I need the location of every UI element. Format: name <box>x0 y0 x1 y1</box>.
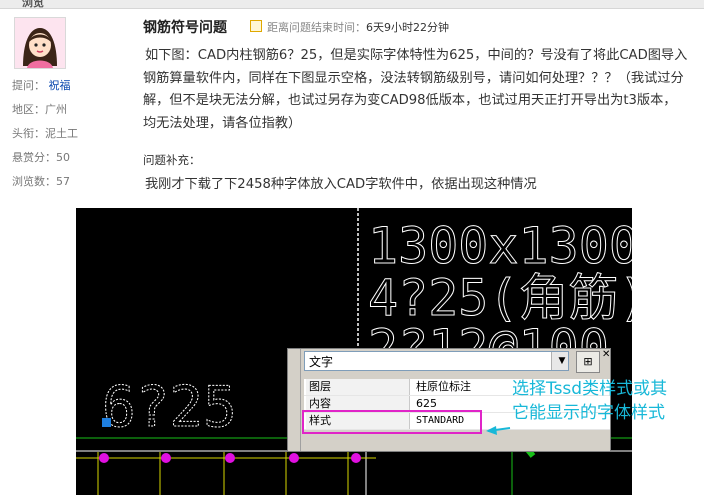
annotation-text: 选择Tssd类样式或其 它能显示的字体样式 <box>512 377 667 425</box>
annotation-line-1: 选择Tssd类样式或其 <box>512 379 668 399</box>
annotation-line-2: 它能显示的字体样式 <box>512 403 665 423</box>
